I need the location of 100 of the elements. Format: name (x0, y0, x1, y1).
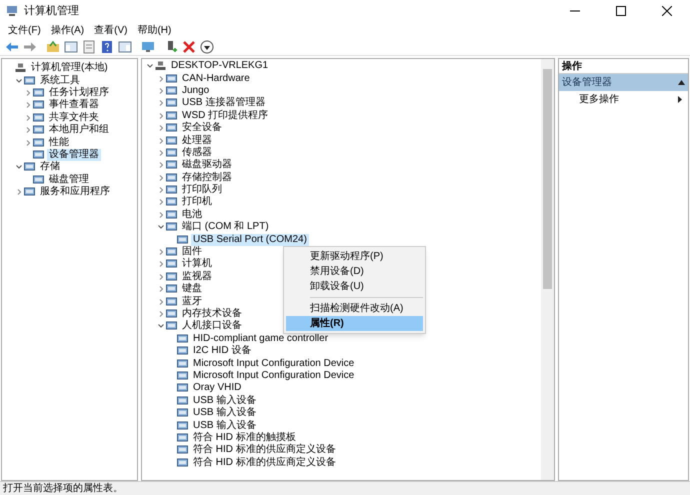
menu-item[interactable]: 文件(F) (8, 22, 41, 38)
tree-item[interactable]: 存储 (38, 161, 62, 174)
chevron-down-icon[interactable] (14, 76, 24, 85)
window-title: 计算机管理 (24, 4, 79, 19)
device-icon (166, 321, 177, 332)
tree-item[interactable]: USB 输入设备 (191, 394, 258, 407)
tree-item[interactable]: 处理器 (180, 134, 214, 147)
tree-item[interactable]: USB 连接器管理器 (180, 97, 268, 110)
tree-item[interactable]: 计算机 (180, 258, 214, 270)
device-icon (166, 247, 177, 258)
tree-item[interactable]: 任务计划程序 (47, 86, 111, 99)
menu-item[interactable]: 操作(A) (50, 22, 84, 38)
device-icon (166, 123, 177, 134)
device-icon (33, 100, 44, 110)
tree-item[interactable]: 磁盘驱动器 (180, 159, 234, 172)
tree-item[interactable]: 人机接口设备 (180, 320, 244, 332)
device-icon (177, 346, 188, 356)
tree-item[interactable]: 符合 HID 标准的供应商定义设备 (191, 456, 338, 469)
maximize-icon (616, 6, 626, 16)
device-icon (166, 98, 177, 108)
device-icon (177, 445, 188, 456)
tree-item[interactable]: 安全设备 (180, 122, 224, 134)
tree-item[interactable]: 服务和应用程序 (38, 186, 112, 198)
device-icon (24, 76, 35, 86)
tree-item[interactable]: Microsoft Input Configuration Device (191, 358, 356, 370)
tree-item[interactable]: 存储控制器 (180, 172, 234, 184)
device-icon (166, 110, 177, 121)
tree-item[interactable]: 磁盘管理 (47, 174, 91, 186)
tree-item[interactable]: 计算机管理(本地) (29, 62, 110, 74)
menu-item[interactable]: 扫描检测硬件改动(A) (286, 301, 423, 316)
panel-icon[interactable] (116, 38, 133, 54)
device-icon (166, 309, 177, 319)
tree-item[interactable]: 内存技术设备 (180, 308, 244, 320)
tree-item[interactable]: 键盘 (180, 283, 204, 296)
tree-item[interactable]: Microsoft Input Configuration Device (191, 370, 356, 382)
tree-item[interactable]: 传感器 (180, 146, 214, 159)
download-icon[interactable] (198, 38, 215, 54)
tree-item[interactable]: 符合 HID 标准的触摸板 (191, 432, 298, 444)
section-header[interactable]: 设备管理器 (559, 74, 688, 91)
tree-item[interactable]: HID-compliant game controller (191, 332, 330, 345)
chevron-down-icon[interactable] (14, 163, 24, 172)
menu-item[interactable]: 更新驱动程序(P) (286, 249, 423, 264)
tree-item[interactable]: 系统工具 (38, 74, 82, 87)
delete-icon[interactable] (180, 38, 197, 54)
device-icon (166, 272, 177, 282)
tree-item[interactable]: CAN-Hardware (180, 72, 252, 85)
tree-item[interactable]: Jungo (180, 84, 212, 97)
folder-icon[interactable] (44, 38, 61, 54)
submenu-arrow-icon (678, 96, 682, 102)
computer-icon (6, 5, 18, 17)
tree-item[interactable]: USB Serial Port (COM24) (191, 234, 309, 246)
tree-item[interactable]: 蓝牙 (180, 296, 204, 308)
tree-item[interactable]: 固件 (180, 246, 204, 258)
status-bar: 打开当前选择项的属性表。 (0, 481, 690, 495)
device-icon (33, 138, 44, 148)
tree-item[interactable]: 性能 (47, 136, 71, 149)
chevron-down-icon[interactable] (156, 322, 166, 330)
tree-item[interactable]: 设备管理器 (47, 148, 101, 161)
tree-item[interactable]: DESKTOP-VRLEKG1 (169, 60, 270, 72)
tree-item[interactable]: 打印队列 (180, 184, 224, 196)
tree-item[interactable]: 共享文件夹 (47, 112, 101, 124)
menu-item[interactable]: 查看(V) (94, 22, 128, 38)
menu-item[interactable]: 属性(R) (286, 316, 423, 331)
action-item[interactable]: 更多操作 (559, 91, 688, 107)
device-icon (177, 358, 188, 369)
chevron-down-icon[interactable] (145, 62, 155, 70)
tree-item[interactable]: WSD 打印提供程序 (180, 110, 270, 122)
tree-item[interactable]: USB 输入设备 (191, 420, 258, 432)
device-icon (33, 88, 44, 98)
device-icon (166, 136, 177, 146)
scrollbar[interactable] (541, 59, 554, 480)
device-icon (166, 296, 177, 307)
device-icon (166, 210, 177, 220)
device-icon (166, 74, 177, 84)
tree-item[interactable]: I2C HID 设备 (191, 345, 254, 358)
device-icon (166, 185, 177, 196)
close-icon (662, 6, 672, 16)
chevron-down-icon[interactable] (156, 223, 166, 232)
tree-item[interactable]: Oray VHID (191, 382, 244, 394)
tree-item[interactable]: 端口 (COM 和 LPT) (180, 221, 271, 234)
device-icon (24, 187, 35, 198)
device-icon (177, 370, 188, 381)
menu-item[interactable]: 帮助(H) (137, 22, 172, 38)
tree-item[interactable]: USB 输入设备 (191, 407, 258, 420)
device-icon (155, 61, 166, 72)
panel-icon[interactable] (62, 38, 79, 54)
menu-item[interactable]: 卸载设备(U) (286, 279, 423, 294)
tree-item[interactable]: 符合 HID 标准的供应商定义设备 (191, 444, 338, 456)
device-icon (166, 197, 177, 208)
tree-item[interactable]: 事件查看器 (47, 99, 101, 112)
tree-item[interactable]: 电池 (180, 208, 204, 221)
tree-item[interactable]: 打印机 (180, 196, 214, 208)
device-icon (33, 112, 44, 123)
device-icon (177, 396, 188, 406)
device-icon (33, 150, 44, 160)
menu-item[interactable]: 禁用设备(D) (286, 264, 423, 279)
device-icon (166, 160, 177, 170)
device-icon (166, 222, 177, 232)
tree-item[interactable]: 本地用户和组 (47, 124, 111, 136)
tree-item[interactable]: 监视器 (180, 270, 214, 283)
